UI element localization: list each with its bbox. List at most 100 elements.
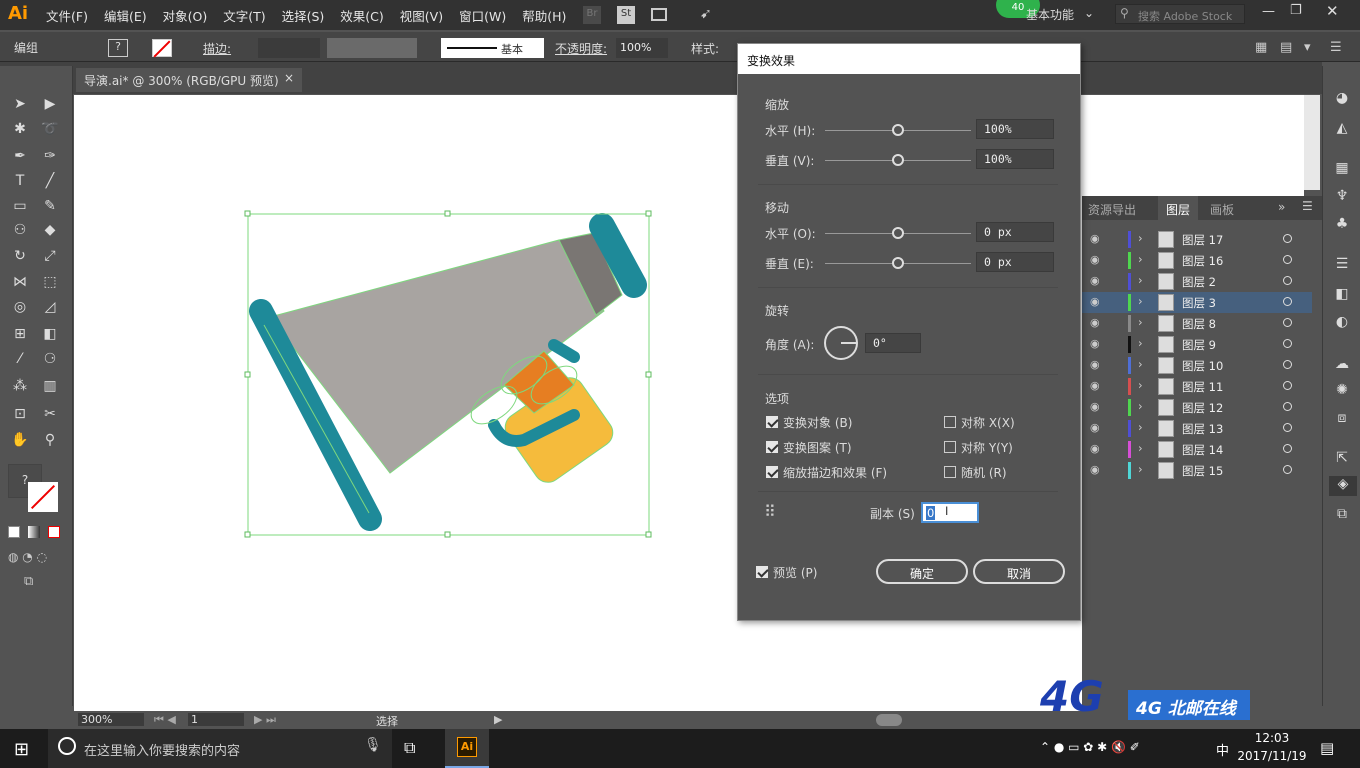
reflect-y-checkbox[interactable] — [944, 441, 956, 453]
artboard-nav-last-icon[interactable]: ▶ ⏭ — [254, 713, 276, 727]
gradient-tool-icon[interactable]: ◧ — [40, 326, 60, 346]
artboard-nav-first-icon[interactable]: ⏮ ◀ — [154, 713, 176, 727]
visibility-eye-icon[interactable]: ◉ — [1090, 379, 1100, 392]
selection-tool-icon[interactable]: ➤ — [10, 96, 30, 116]
artboards-icon[interactable]: ⧉ — [1332, 506, 1352, 526]
tab-artboards[interactable]: 画板 — [1210, 201, 1234, 218]
artboard-number-input[interactable]: 1 — [188, 713, 244, 726]
close-button[interactable]: ✕ — [1326, 2, 1339, 20]
move-h-slider[interactable] — [892, 227, 904, 239]
close-tab-button[interactable]: × — [284, 71, 294, 85]
target-circle-icon[interactable] — [1283, 234, 1292, 243]
restore-button[interactable]: ❐ — [1290, 3, 1302, 18]
expand-chevron-icon[interactable]: › — [1138, 231, 1143, 245]
color-guide-icon[interactable]: ◕ — [1332, 90, 1352, 110]
microphone-icon[interactable]: 🎙 — [364, 737, 382, 753]
visibility-eye-icon[interactable]: ◉ — [1090, 232, 1100, 245]
stroke-weight-input[interactable] — [258, 38, 320, 58]
paintbrush-tool-icon[interactable]: ✎ — [40, 198, 60, 218]
variable-width-profile[interactable] — [327, 38, 417, 58]
layer-name[interactable]: 图层 15 — [1182, 463, 1223, 479]
expand-chevron-icon[interactable]: › — [1138, 378, 1143, 392]
menu-select[interactable]: 选择(S) — [282, 6, 325, 25]
collapse-panel-icon[interactable]: » — [1278, 200, 1285, 214]
transform-patterns-checkbox[interactable] — [766, 441, 778, 453]
width-tool-icon[interactable]: ⋈ — [10, 274, 30, 294]
zoom-tool-icon[interactable]: ⚲ — [40, 432, 60, 452]
stock-button[interactable]: St — [617, 6, 635, 24]
hand-tool-icon[interactable]: ✋ — [10, 432, 30, 452]
target-circle-icon[interactable] — [1283, 297, 1292, 306]
expand-chevron-icon[interactable]: › — [1138, 315, 1143, 329]
slice-tool-icon[interactable]: ✂ — [40, 406, 60, 426]
taskbar-illustrator-button[interactable]: Ai — [445, 729, 489, 768]
expand-chevron-icon[interactable]: › — [1138, 294, 1143, 308]
gradient-mode-icon[interactable] — [28, 526, 40, 538]
workspace-switcher[interactable]: 基本功能 — [1026, 6, 1074, 23]
layer-row[interactable]: ◉ › 图层 10 — [1082, 355, 1312, 376]
menu-view[interactable]: 视图(V) — [400, 6, 443, 25]
visibility-eye-icon[interactable]: ◉ — [1090, 463, 1100, 476]
layer-row[interactable]: ◉ › 图层 13 — [1082, 418, 1312, 439]
blend-tool-icon[interactable]: ⚆ — [40, 351, 60, 371]
visibility-eye-icon[interactable]: ◉ — [1090, 421, 1100, 434]
ime-indicator[interactable]: 中 — [1216, 740, 1229, 759]
menu-type[interactable]: 文字(T) — [223, 6, 265, 25]
move-v-slider[interactable] — [892, 257, 904, 269]
windows-start-icon[interactable]: ⊞ — [14, 739, 29, 760]
task-view-icon[interactable]: ⧉ — [404, 738, 415, 758]
target-circle-icon[interactable] — [1283, 381, 1292, 390]
target-circle-icon[interactable] — [1283, 402, 1292, 411]
layer-name[interactable]: 图层 3 — [1182, 295, 1216, 311]
screen-mode-icon[interactable]: ⧉ — [24, 574, 33, 589]
opacity-input[interactable]: 100% — [616, 38, 668, 58]
tab-asset-export[interactable]: 资源导出 — [1088, 201, 1136, 218]
target-circle-icon[interactable] — [1283, 318, 1292, 327]
stroke-panel-icon[interactable]: ☰ — [1332, 256, 1352, 276]
arrange-documents-icon[interactable] — [651, 8, 667, 21]
rotate-tool-icon[interactable]: ↻ — [10, 248, 30, 268]
document-tab[interactable]: 导演.ai* @ 300% (RGB/GPU 预览) × — [76, 68, 302, 92]
scale-tool-icon[interactable]: ⤢ — [40, 248, 60, 268]
minimize-button[interactable]: — — [1262, 4, 1275, 19]
brushes-icon[interactable]: ♆ — [1332, 188, 1352, 208]
libraries-icon[interactable]: ⧈ — [1332, 410, 1352, 430]
rocket-icon[interactable]: ➹ — [700, 6, 712, 22]
expand-chevron-icon[interactable]: › — [1138, 336, 1143, 350]
target-circle-icon[interactable] — [1283, 465, 1292, 474]
angle-dial[interactable] — [824, 326, 858, 360]
layer-name[interactable]: 图层 8 — [1182, 316, 1216, 332]
visibility-eye-icon[interactable]: ◉ — [1090, 337, 1100, 350]
expand-chevron-icon[interactable]: › — [1138, 399, 1143, 413]
align-icon[interactable]: ▦ — [1255, 40, 1267, 55]
angle-input[interactable]: 0° — [865, 333, 921, 353]
layer-row[interactable]: ◉ › 图层 17 — [1082, 229, 1312, 250]
scale-v-slider[interactable] — [892, 154, 904, 166]
layer-name[interactable]: 图层 2 — [1182, 274, 1216, 290]
target-circle-icon[interactable] — [1283, 255, 1292, 264]
eraser-tool-icon[interactable]: ◆ — [40, 222, 60, 242]
reference-point-icon[interactable]: ⠿ — [764, 502, 784, 522]
tab-layers[interactable]: 图层 — [1158, 196, 1199, 220]
move-v-input[interactable]: 0 px — [976, 252, 1054, 272]
bridge-button[interactable]: Br — [583, 6, 601, 24]
scale-h-input[interactable]: 100% — [976, 119, 1054, 139]
layers-icon[interactable]: ◈ — [1329, 476, 1357, 496]
layer-row[interactable]: ◉ › 图层 14 — [1082, 439, 1312, 460]
visibility-eye-icon[interactable]: ◉ — [1090, 400, 1100, 413]
expand-chevron-icon[interactable]: › — [1138, 462, 1143, 476]
layer-name[interactable]: 图层 17 — [1182, 232, 1223, 248]
fill-swatch[interactable]: ? — [108, 39, 128, 57]
shape-builder-tool-icon[interactable]: ◎ — [10, 299, 30, 319]
layer-name[interactable]: 图层 10 — [1182, 358, 1223, 374]
column-graph-tool-icon[interactable]: ▥ — [40, 378, 60, 398]
type-tool-icon[interactable]: T — [10, 173, 30, 193]
magic-wand-tool-icon[interactable]: ✱ — [10, 121, 30, 141]
transparency-icon[interactable]: ◐ — [1332, 314, 1352, 334]
reflect-x-checkbox[interactable] — [944, 416, 956, 428]
layer-name[interactable]: 图层 11 — [1182, 379, 1223, 395]
layer-name[interactable]: 图层 16 — [1182, 253, 1223, 269]
artboard-tool-icon[interactable]: ⊡ — [10, 406, 30, 426]
shaper-tool-icon[interactable]: ⚇ — [10, 222, 30, 242]
expand-chevron-icon[interactable]: › — [1138, 441, 1143, 455]
